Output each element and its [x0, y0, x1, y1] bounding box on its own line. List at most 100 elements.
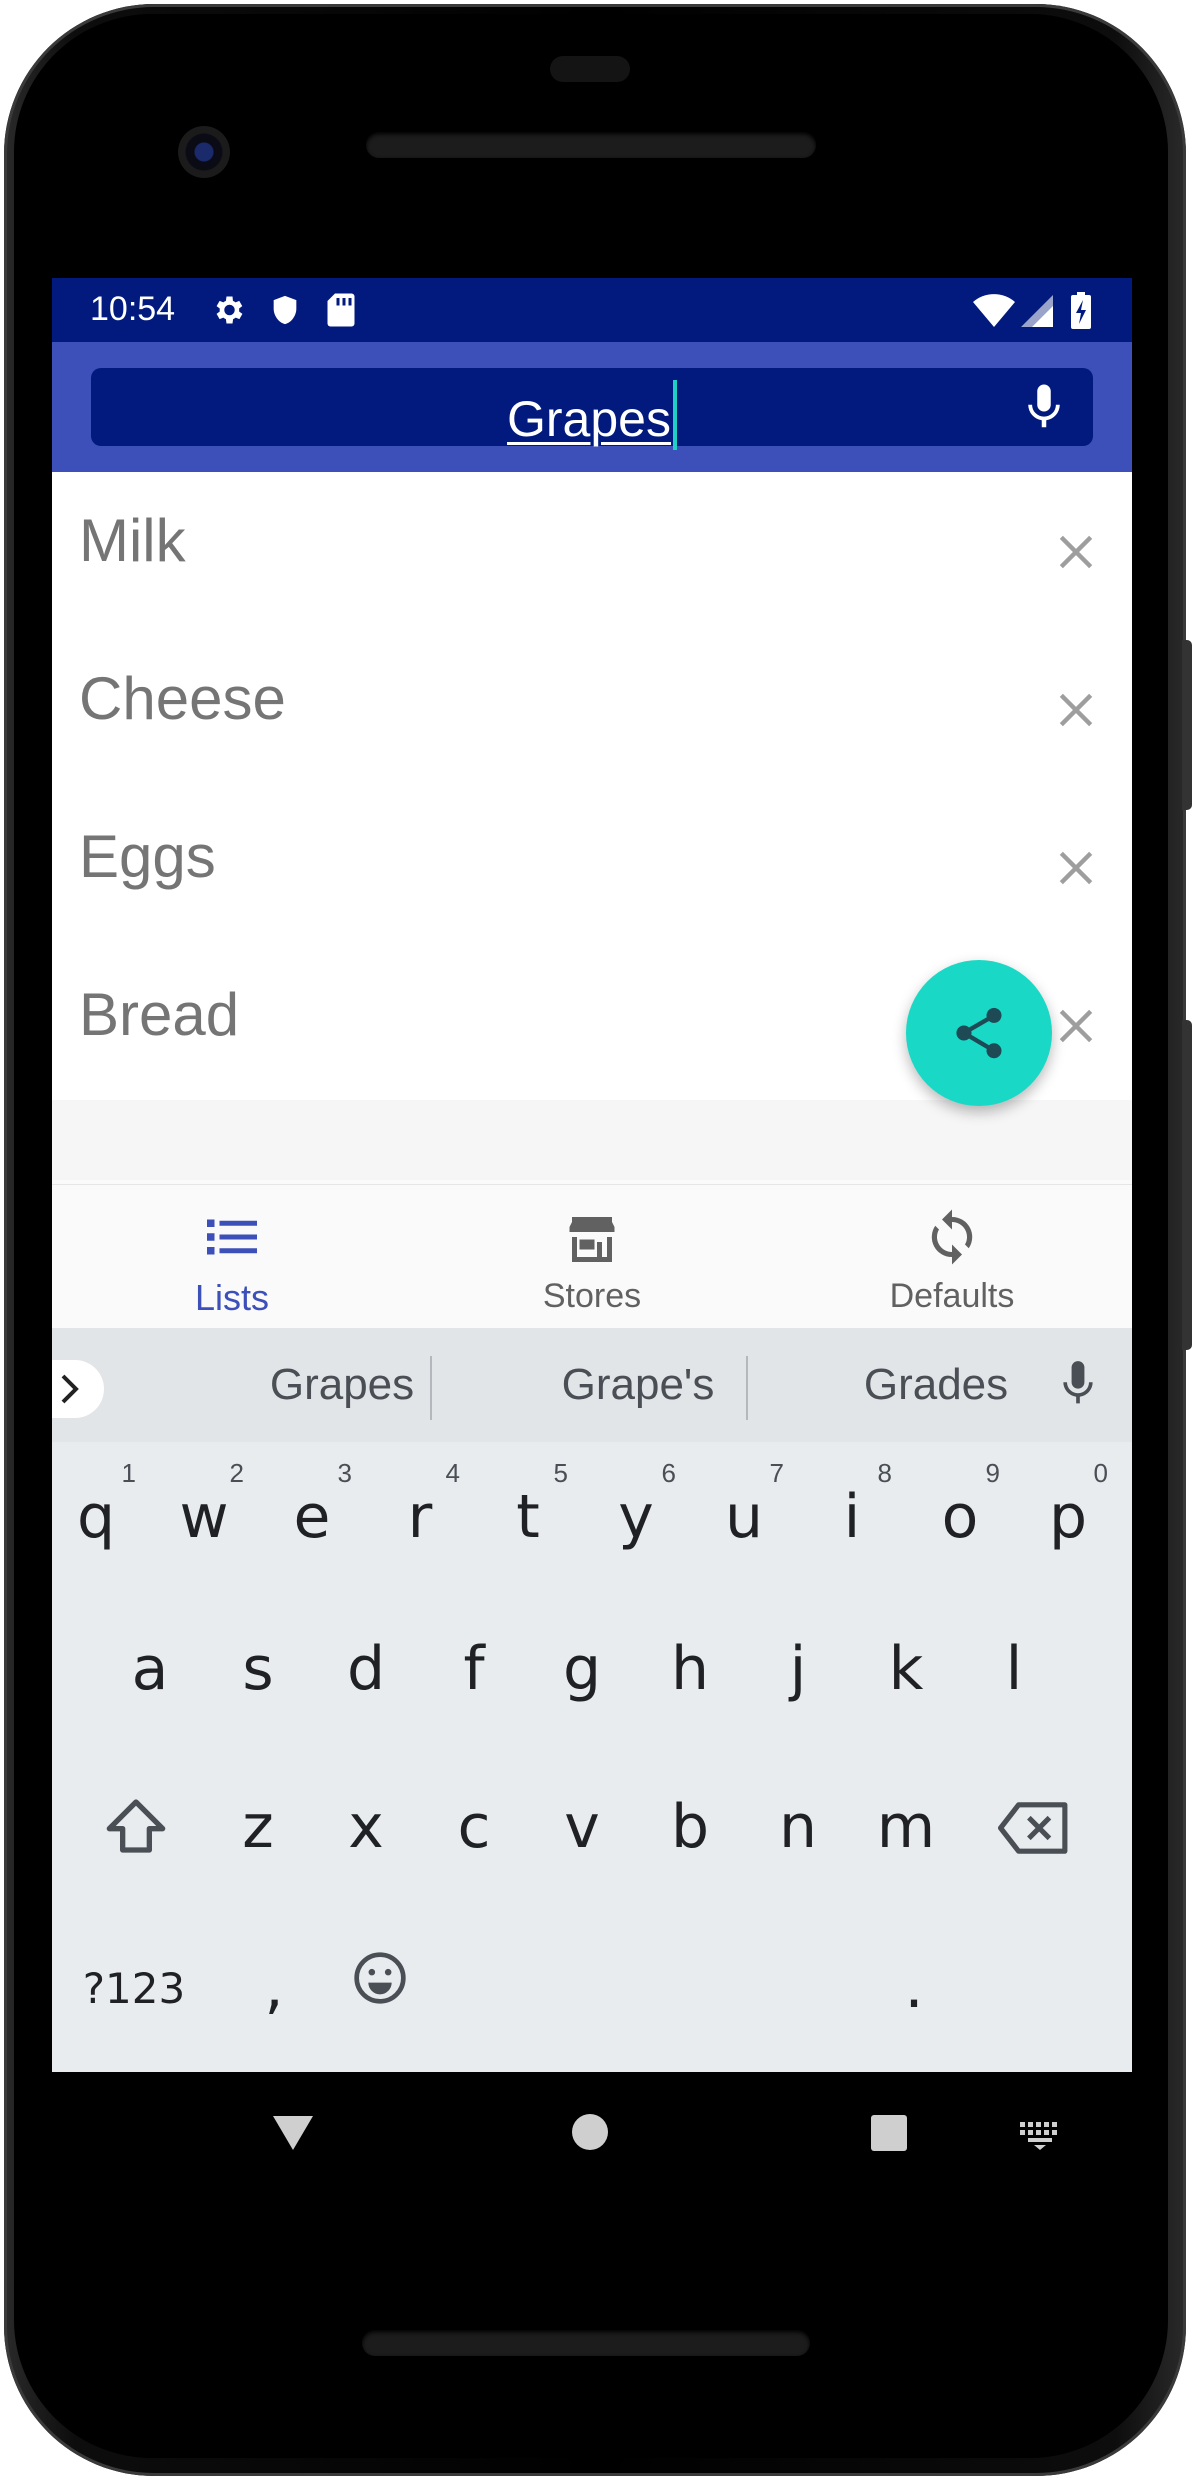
key-h[interactable]: h	[640, 1594, 740, 1724]
back-icon[interactable]	[270, 2110, 316, 2156]
key-hint: 2	[229, 1458, 244, 1488]
key-label: d	[346, 1634, 386, 1704]
front-camera	[178, 126, 230, 178]
key-p[interactable]: p0	[1018, 1442, 1118, 1572]
suggestion-strip: Grapes Grape's Grades	[52, 1328, 1132, 1442]
key-hint: 4	[445, 1458, 460, 1488]
key-hint: 3	[337, 1458, 352, 1488]
bottom-speaker	[362, 2330, 810, 2356]
key-label: ?123	[82, 1964, 186, 2013]
chevron-right-icon	[61, 1374, 79, 1404]
key-a[interactable]: a	[100, 1594, 200, 1724]
key-label: e	[293, 1482, 331, 1552]
expand-toolbar-button[interactable]	[52, 1360, 104, 1418]
suggestion-item[interactable]: Grapes	[192, 1360, 492, 1410]
refresh-icon	[931, 1209, 973, 1265]
suggestion-item[interactable]: Grape's	[488, 1360, 788, 1410]
key-n[interactable]: n	[748, 1752, 848, 1882]
key-e[interactable]: e3	[262, 1442, 362, 1572]
voice-input-icon[interactable]	[1056, 1358, 1100, 1412]
screen: 10:54 Grapes Milk Cheese Eggs Bread List…	[52, 278, 1132, 2072]
key-y[interactable]: y6	[586, 1442, 686, 1572]
symbols-key[interactable]: ?123	[74, 1908, 194, 2038]
key-c[interactable]: c	[424, 1752, 524, 1882]
search-input[interactable]: Grapes	[91, 368, 1093, 450]
store-icon	[569, 1217, 615, 1262]
wifi-icon	[973, 294, 1015, 327]
comma-key[interactable]: ,	[224, 1908, 324, 2038]
key-hint: 9	[985, 1458, 1000, 1488]
key-label: o	[941, 1482, 979, 1552]
key-w[interactable]: w2	[154, 1442, 254, 1572]
key-v[interactable]: v	[532, 1752, 632, 1882]
key-label: q	[76, 1482, 116, 1552]
phone-frame: 10:54 Grapes Milk Cheese Eggs Bread List…	[0, 0, 1194, 2480]
key-label: ,	[264, 1952, 284, 2022]
shift-key[interactable]	[86, 1752, 186, 1882]
key-label: m	[876, 1792, 936, 1862]
key-r[interactable]: r4	[370, 1442, 470, 1572]
key-hint: 6	[661, 1458, 676, 1488]
share-button[interactable]	[906, 960, 1052, 1106]
key-z[interactable]: z	[208, 1752, 308, 1882]
status-time: 10:54	[90, 290, 176, 328]
key-label: x	[348, 1792, 384, 1862]
sensor-slot	[550, 56, 630, 82]
key-x[interactable]: x	[316, 1752, 416, 1882]
key-label: c	[457, 1792, 491, 1862]
key-k[interactable]: k	[856, 1594, 956, 1724]
list-item[interactable]: Milk	[52, 472, 1132, 630]
backspace-key[interactable]	[986, 1752, 1086, 1882]
close-icon[interactable]	[1054, 688, 1098, 732]
key-l[interactable]: l	[964, 1594, 1064, 1724]
close-icon[interactable]	[1054, 1004, 1098, 1048]
keyboard-switch-icon[interactable]	[1018, 2120, 1062, 2150]
key-label: t	[516, 1482, 540, 1552]
key-label: v	[564, 1792, 600, 1862]
list-footer-area	[52, 1100, 1132, 1180]
key-j[interactable]: j	[748, 1594, 848, 1724]
key-m[interactable]: m	[856, 1752, 956, 1882]
key-label: i	[843, 1482, 861, 1552]
key-label: s	[242, 1634, 274, 1704]
key-label: u	[724, 1482, 764, 1552]
key-label: l	[1005, 1634, 1023, 1704]
key-label: a	[131, 1634, 169, 1704]
list-item[interactable]: Eggs	[52, 788, 1132, 946]
search-input-value: Grapes	[507, 391, 671, 447]
key-i[interactable]: i8	[802, 1442, 902, 1572]
suggestion-divider	[430, 1356, 432, 1420]
key-d[interactable]: d	[316, 1594, 416, 1724]
mic-icon[interactable]	[1017, 380, 1071, 434]
share-icon	[956, 1007, 1002, 1059]
status-bar: 10:54	[52, 278, 1132, 342]
shield-icon	[273, 295, 297, 325]
key-hint: 8	[877, 1458, 892, 1488]
soft-keyboard: Grapes Grape's Grades q1 w2 e3 r4 t5 y6 …	[52, 1328, 1132, 2072]
period-key[interactable]: .	[864, 1908, 964, 2038]
key-g[interactable]: g	[532, 1594, 632, 1724]
key-o[interactable]: o9	[910, 1442, 1010, 1572]
close-icon[interactable]	[1054, 846, 1098, 890]
home-icon[interactable]	[570, 2112, 610, 2152]
key-t[interactable]: t5	[478, 1442, 578, 1572]
key-q[interactable]: q1	[52, 1442, 146, 1572]
nav-item-defaults[interactable]: Defaults	[772, 1185, 1132, 1329]
key-label: g	[562, 1634, 602, 1704]
list-item[interactable]: Cheese	[52, 630, 1132, 788]
key-f[interactable]: f	[424, 1594, 524, 1724]
nav-item-stores[interactable]: Stores	[412, 1185, 772, 1329]
emoji-key[interactable]	[330, 1908, 430, 2038]
list-item-label: Bread	[79, 981, 240, 1048]
sd-card-icon	[327, 293, 355, 327]
key-hint: 7	[769, 1458, 784, 1488]
power-button	[1182, 640, 1192, 810]
close-icon[interactable]	[1054, 530, 1098, 574]
key-s[interactable]: s	[208, 1594, 308, 1724]
recents-icon[interactable]	[870, 2114, 908, 2152]
suggestion-item[interactable]: Grades	[786, 1360, 1086, 1410]
list-item-label: Cheese	[79, 665, 286, 732]
key-b[interactable]: b	[640, 1752, 740, 1882]
nav-item-lists[interactable]: Lists	[52, 1185, 412, 1329]
key-u[interactable]: u7	[694, 1442, 794, 1572]
